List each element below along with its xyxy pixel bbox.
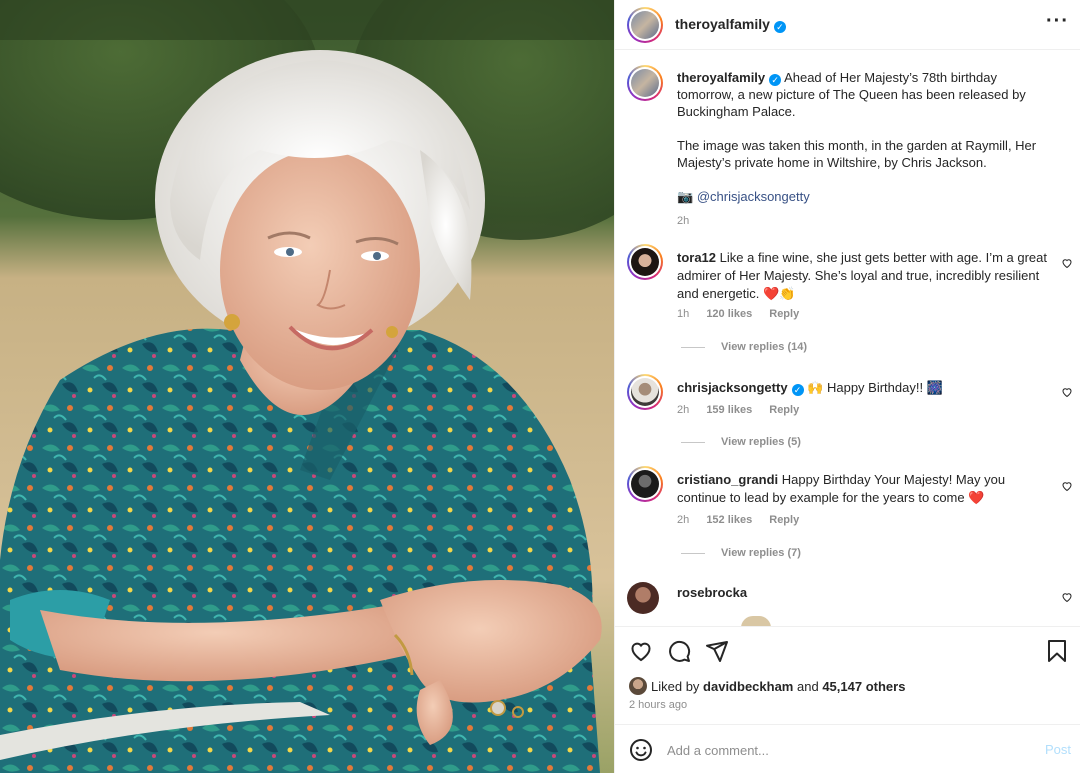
- instagram-post: theroyalfamily ✓ ··· theroyalfamily ✓ Ahea…: [0, 0, 1080, 773]
- view-replies-button[interactable]: View replies (5): [681, 436, 801, 448]
- commenter-avatar[interactable]: [627, 374, 663, 410]
- comment-like-heart-icon[interactable]: [1061, 591, 1073, 603]
- reply-button[interactable]: Reply: [769, 404, 799, 416]
- view-replies-button[interactable]: View replies (7): [681, 547, 801, 559]
- verified-icon: ✓: [769, 74, 782, 86]
- camera-icon: 📷: [677, 189, 694, 204]
- caption-time[interactable]: 2h: [677, 213, 1057, 230]
- verified-icon: ✓: [791, 384, 804, 396]
- commenter-avatar[interactable]: [627, 244, 663, 280]
- comment-text: cristiano_grandi Happy Birthday Your Maj…: [677, 471, 1047, 507]
- liked-by-others[interactable]: 45,147 others: [822, 679, 905, 694]
- comment-text: chrisjacksongetty ✓ 🙌 Happy Birthday!! 🎆: [677, 379, 1047, 397]
- caption-paragraph-2: The image was taken this month, in the g…: [677, 138, 1037, 170]
- comment-time[interactable]: 1h: [677, 308, 689, 320]
- reply-button[interactable]: Reply: [769, 514, 799, 526]
- likes-summary: Liked by davidbeckham and 45,147 others: [629, 677, 905, 695]
- comment-like-heart-icon[interactable]: [1061, 257, 1073, 269]
- comment-icon[interactable]: [667, 639, 691, 663]
- liked-by-and: and: [797, 679, 819, 694]
- comment-meta: 1h 120 likes Reply: [677, 308, 813, 320]
- more-options-icon[interactable]: ···: [1046, 10, 1069, 33]
- comment-likes[interactable]: 152 likes: [706, 514, 752, 526]
- mention-link[interactable]: @chrisjacksongetty: [697, 189, 810, 204]
- comment-text: tora12 Like a fine wine, she just gets b…: [677, 249, 1047, 303]
- caption-author-avatar[interactable]: [627, 65, 663, 101]
- post-side-panel: theroyalfamily ✓ ··· theroyalfamily ✓ Ahea…: [614, 0, 1080, 773]
- caption-credit: 📷 @chrisjacksongetty: [677, 188, 1057, 205]
- comment-username[interactable]: rosebrocka: [677, 585, 747, 600]
- bookmark-icon[interactable]: [1045, 639, 1069, 663]
- caption-text: theroyalfamily ✓ Ahead of Her Majesty’s 7…: [677, 69, 1057, 230]
- comment-meta: 2h 159 likes Reply: [677, 404, 813, 416]
- liked-by-prefix: Liked by: [651, 679, 700, 694]
- photo-illustration: [0, 0, 614, 773]
- comment-time[interactable]: 2h: [677, 514, 689, 526]
- comment-like-heart-icon[interactable]: [1061, 480, 1073, 492]
- comment-like-heart-icon[interactable]: [1061, 386, 1073, 398]
- author-username-text[interactable]: theroyalfamily: [675, 16, 770, 32]
- posted-time[interactable]: 2 hours ago: [629, 699, 687, 711]
- comment-username[interactable]: chrisjacksongetty: [677, 380, 788, 395]
- liker-avatar[interactable]: [629, 677, 647, 695]
- comment-meta: 2h 152 likes Reply: [677, 514, 813, 526]
- author-username[interactable]: theroyalfamily ✓: [675, 16, 786, 33]
- view-replies-button[interactable]: View replies (14): [681, 341, 807, 353]
- comment-input[interactable]: [667, 738, 1007, 762]
- post-actions: Liked by davidbeckham and 45,147 others …: [615, 626, 1080, 724]
- commenter-avatar[interactable]: [627, 582, 663, 618]
- author-avatar[interactable]: [627, 7, 663, 43]
- smiley-icon[interactable]: [629, 738, 653, 762]
- comment-username[interactable]: tora12: [677, 250, 716, 265]
- reply-button[interactable]: Reply: [769, 308, 799, 320]
- liked-by-user[interactable]: davidbeckham: [703, 679, 793, 694]
- commenter-avatar[interactable]: [627, 466, 663, 502]
- comment-username[interactable]: cristiano_grandi: [677, 472, 778, 487]
- partial-image: [741, 616, 771, 626]
- comments-scroll-area[interactable]: theroyalfamily ✓ Ahead of Her Majesty’s 7…: [615, 51, 1080, 626]
- comment-message: 🙌 Happy Birthday!! 🎆: [807, 380, 943, 395]
- comment-likes[interactable]: 159 likes: [706, 404, 752, 416]
- verified-icon: ✓: [773, 21, 786, 33]
- comment-message: Like a fine wine, she just gets better w…: [677, 250, 1047, 301]
- heart-icon[interactable]: [629, 639, 653, 663]
- post-photo[interactable]: [0, 0, 614, 773]
- comment-time[interactable]: 2h: [677, 404, 689, 416]
- paper-plane-icon[interactable]: [705, 639, 729, 663]
- comment-likes[interactable]: 120 likes: [706, 308, 752, 320]
- add-comment-bar: Post: [615, 724, 1080, 773]
- caption-username[interactable]: theroyalfamily: [677, 70, 765, 85]
- post-header: theroyalfamily ✓ ···: [615, 0, 1080, 50]
- post-button[interactable]: Post: [1045, 742, 1071, 757]
- comment-text: rosebrocka: [677, 584, 1047, 602]
